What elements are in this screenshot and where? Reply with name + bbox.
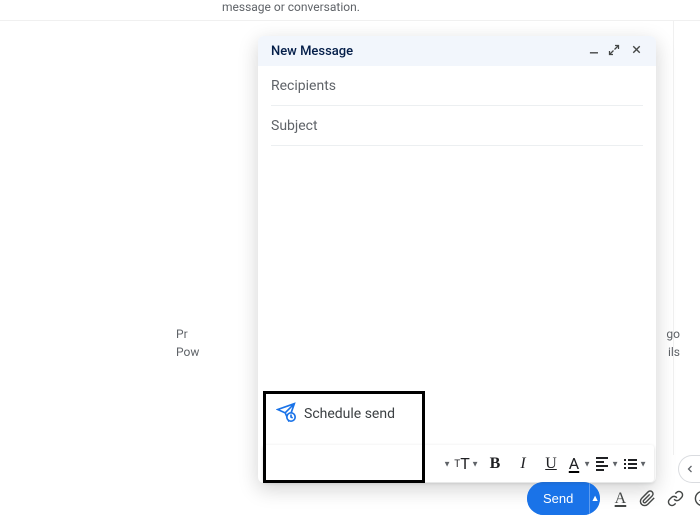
background-text-top: message or conversation.	[222, 0, 360, 14]
background-text-right: go ils	[666, 325, 680, 361]
send-button-group: Send ▲	[527, 482, 600, 515]
formatting-toolbar: ▼ TT ▼ B I U A▼ ▼ ▼	[263, 445, 654, 482]
compose-header[interactable]: New Message _	[258, 36, 656, 66]
bold-button[interactable]: B	[482, 451, 508, 477]
attach-file-button[interactable]	[635, 484, 660, 514]
schedule-send-icon	[276, 402, 296, 426]
compose-fields: Recipients Subject	[258, 66, 656, 146]
list-button[interactable]: ▼	[622, 451, 648, 477]
caret-down-1[interactable]: ▼	[426, 451, 452, 477]
schedule-send-label: Schedule send	[304, 406, 395, 422]
compose-title: New Message	[271, 44, 353, 59]
text-color-button[interactable]: A▼	[566, 451, 592, 477]
insert-link-button[interactable]	[662, 484, 687, 514]
send-options-dropdown[interactable]: ▲	[589, 482, 599, 515]
top-divider	[0, 20, 700, 21]
font-size-button[interactable]: TT ▼	[454, 451, 480, 477]
insert-emoji-button[interactable]	[690, 484, 700, 514]
bottom-toolbar: Send ▲ A	[521, 478, 700, 519]
background-text-left: Pr Pow	[176, 325, 199, 361]
underline-button[interactable]: U	[538, 451, 564, 477]
align-left-icon	[596, 457, 608, 471]
italic-button[interactable]: I	[510, 451, 536, 477]
send-button[interactable]: Send	[527, 482, 589, 515]
align-button[interactable]: ▼	[594, 451, 620, 477]
recipients-field[interactable]: Recipients	[271, 66, 643, 106]
schedule-send-menu-item[interactable]: Schedule send	[268, 395, 420, 433]
expand-icon[interactable]	[608, 43, 620, 59]
right-divider	[673, 20, 674, 455]
close-icon[interactable]	[630, 43, 643, 59]
bullet-list-icon	[624, 459, 637, 469]
subject-field[interactable]: Subject	[271, 106, 643, 146]
window-controls: _	[590, 42, 643, 60]
minimize-icon[interactable]: _	[590, 38, 598, 56]
formatting-options-button[interactable]: A	[608, 484, 633, 514]
side-panel-toggle[interactable]	[678, 455, 700, 483]
